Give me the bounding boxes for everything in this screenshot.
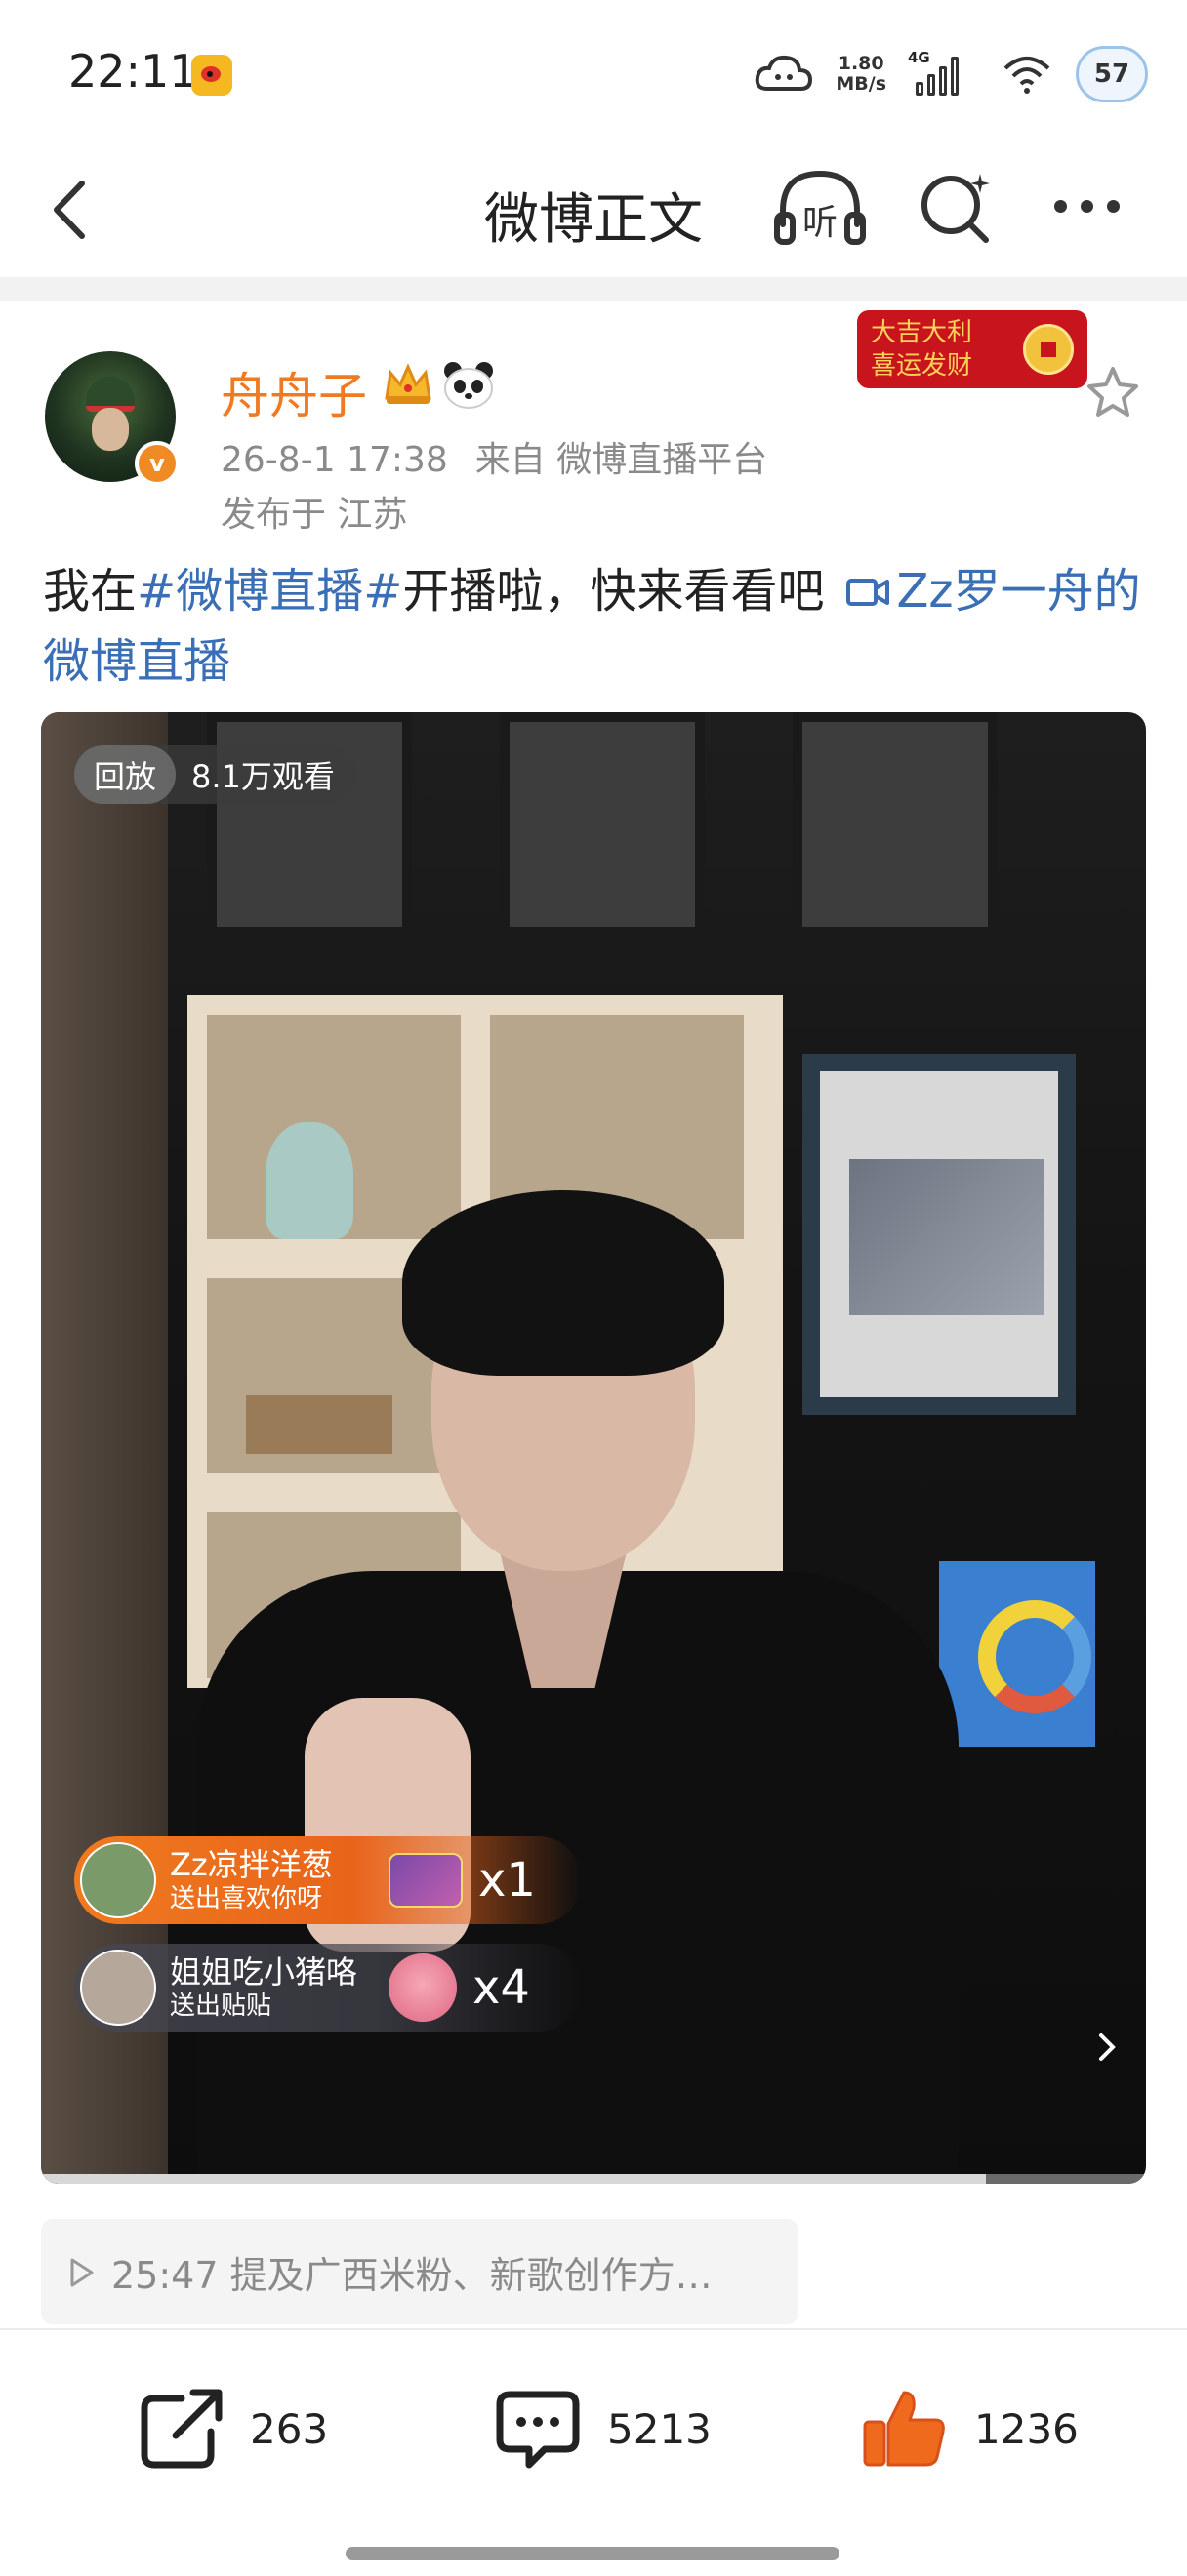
gift-sender-name: 姐姐吃小猪咯: [170, 1953, 358, 1991]
nav-bar: 微博正文 听: [0, 146, 1187, 277]
video-scene-vase: [266, 1122, 353, 1239]
gift-sender-name: Zz凉拌洋葱: [170, 1846, 333, 1883]
gift-sender-avatar: [80, 1950, 156, 2026]
cloud-icon: [754, 52, 814, 97]
repost-button[interactable]: 263: [137, 2385, 328, 2473]
gift-sender-avatar: [80, 1842, 156, 1918]
back-icon[interactable]: [45, 176, 94, 244]
search-icon[interactable]: [918, 168, 996, 246]
hashtag-link[interactable]: #微博直播#: [137, 564, 402, 619]
camera-icon: [845, 558, 890, 606]
gift-count: x1: [478, 1853, 536, 1908]
post-text-before: 我在: [43, 564, 138, 619]
like-button[interactable]: 1236: [861, 2385, 1079, 2473]
listen-label: 听: [802, 203, 838, 243]
live-replay-video[interactable]: 回放 8.1万观看 Zz凉拌洋葱 送出喜欢你呀 x1 姐姐吃小猪咯 送出贴贴 x…: [41, 712, 1146, 2184]
view-count: 8.1万观看: [191, 758, 335, 795]
promo-badge[interactable]: 大吉大利 喜运发财: [857, 310, 1087, 388]
gift-notification: 姐姐吃小猪咯 送出贴贴 x4: [74, 1944, 582, 2032]
post-location: 发布于 江苏: [221, 495, 408, 535]
like-count: 1236: [974, 2404, 1079, 2453]
verified-badge: v: [135, 441, 180, 486]
repost-count: 263: [250, 2404, 329, 2453]
wifi-icon: [1000, 51, 1054, 98]
gift-count: x4: [472, 1960, 530, 2015]
gift-pig-icon: [389, 1953, 457, 2022]
video-scene-cabinet: [793, 712, 998, 937]
author-name[interactable]: 舟舟子: [221, 357, 367, 427]
network-speed-unit: MB/s: [836, 73, 886, 95]
replay-label: 回放: [74, 745, 177, 804]
status-time: 22:11: [68, 45, 198, 98]
play-icon: [68, 2255, 96, 2288]
gift-notification: Zz凉拌洋葱 送出喜欢你呀 x1: [74, 1836, 582, 1924]
battery-indicator: 57: [1076, 46, 1148, 102]
panda-icon: [441, 359, 496, 410]
repost-icon: [141, 2389, 223, 2469]
video-progress-fill: [41, 2174, 986, 2184]
crown-icon: [383, 359, 433, 408]
page-title: 微博正文: [484, 188, 703, 252]
post-source: 来自 微博直播平台: [474, 440, 768, 480]
gift-icon: [389, 1853, 463, 1908]
comment-count: 5213: [607, 2404, 712, 2453]
replay-views-tag: 回放 8.1万观看: [74, 745, 356, 804]
network-speed: 1.80 MB/s: [836, 54, 886, 95]
post-text: 我在#微博直播#开播啦，快来看看吧 Zz罗一舟的微博直播: [43, 556, 1156, 697]
action-bar: 263 5213 1236: [0, 2330, 1187, 2516]
video-summary-text: 25:47 提及广西米粉、新歌创作方…: [111, 2253, 713, 2297]
comment-icon: [496, 2391, 580, 2469]
video-scene-box: [246, 1395, 392, 1454]
signal-icon: 4G: [908, 49, 978, 96]
network-speed-value: 1.80: [838, 53, 884, 74]
thumbs-up-icon: [863, 2391, 945, 2467]
weibo-notification-icon: [191, 55, 232, 96]
coin-icon: [1023, 324, 1074, 375]
video-scene-picture-frame: [802, 1054, 1076, 1415]
listen-headphones-icon[interactable]: 听: [771, 164, 869, 252]
video-scene-screen: [939, 1561, 1095, 1747]
home-indicator[interactable]: [346, 2547, 839, 2560]
gift-action: 送出贴贴: [170, 1992, 272, 2021]
gift-action: 送出喜欢你呀: [170, 1884, 323, 1913]
video-summary-chip[interactable]: 25:47 提及广西米粉、新歌创作方…: [41, 2219, 798, 2324]
status-icons: 1.80 MB/s 4G 57: [754, 43, 1148, 105]
post-text-after: 开播啦，快来看看吧: [402, 564, 825, 619]
status-bar: 22:11 1.80 MB/s 4G 57: [0, 0, 1187, 146]
video-scene-cabinet: [500, 712, 705, 937]
video-person-hair: [402, 1190, 724, 1376]
post-date: 26-8-1 17:38: [221, 440, 448, 480]
section-divider: [0, 277, 1187, 301]
comment-button[interactable]: 5213: [494, 2385, 712, 2473]
star-icon[interactable]: [1084, 363, 1142, 422]
chevron-right-icon[interactable]: [1095, 2028, 1119, 2067]
more-icon[interactable]: [1054, 191, 1132, 221]
post-meta: 26-8-1 17:38 来自 微博直播平台: [221, 431, 767, 482]
